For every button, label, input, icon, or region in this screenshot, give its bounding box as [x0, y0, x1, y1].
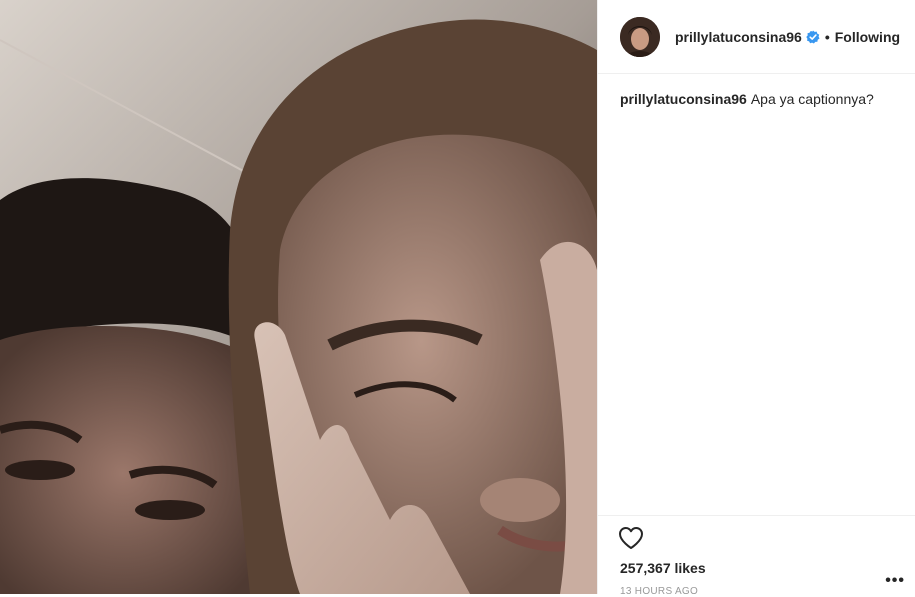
- like-count[interactable]: 257,367 likes: [620, 560, 706, 576]
- caption-text: Apa ya captionnya?: [750, 91, 874, 107]
- caption-username-link[interactable]: prillylatuconsina96: [620, 91, 747, 107]
- post-side-panel: prillylatuconsina96 • Following prillyla…: [598, 0, 915, 597]
- separator-dot: •: [824, 29, 830, 45]
- heart-icon[interactable]: [618, 526, 644, 550]
- avatar[interactable]: [620, 17, 660, 57]
- avatar-image: [620, 17, 660, 57]
- more-options-icon[interactable]: •••: [885, 572, 905, 590]
- following-button[interactable]: Following: [835, 29, 900, 45]
- selfie-photo-illustration: [0, 0, 597, 594]
- post-actions: 257,367 likes 13 HOURS AGO •••: [598, 515, 915, 597]
- username-link[interactable]: prillylatuconsina96: [675, 29, 802, 45]
- post-timestamp[interactable]: 13 HOURS AGO: [620, 586, 698, 597]
- header-user-line: prillylatuconsina96 • Following: [675, 29, 900, 45]
- post-header: prillylatuconsina96 • Following: [598, 0, 915, 74]
- post-photo[interactable]: [0, 0, 597, 594]
- verified-badge-icon: [806, 30, 820, 44]
- caption: prillylatuconsina96 Apa ya captionnya?: [620, 90, 899, 108]
